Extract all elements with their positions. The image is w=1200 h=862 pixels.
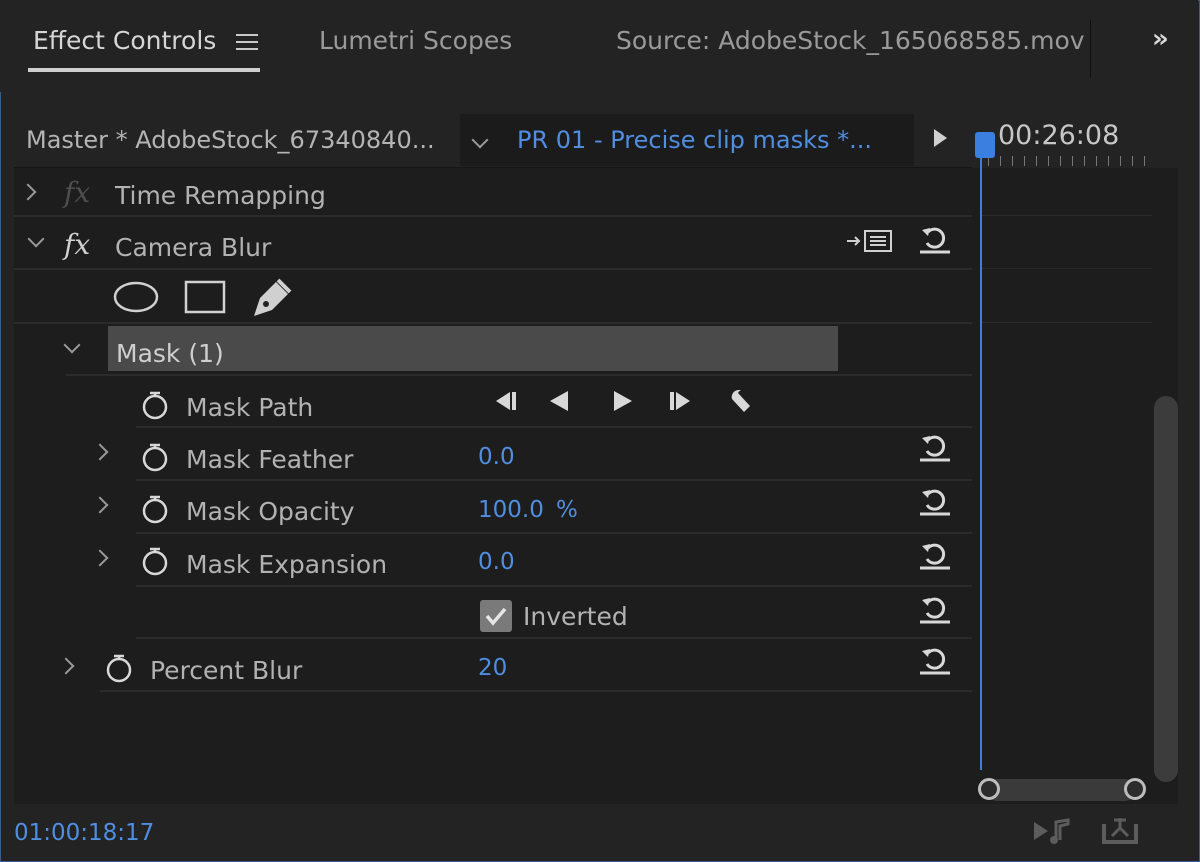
playhead-line[interactable] [980, 158, 982, 770]
timeline-row-line [982, 268, 1152, 269]
row-divider [136, 585, 972, 587]
mask-path-tracking-controls [496, 390, 750, 412]
reset-icon[interactable] [918, 645, 952, 675]
percent-blur-value[interactable]: 20 [478, 655, 507, 681]
timeline-zoom-scrollbar[interactable] [986, 779, 1136, 801]
stopwatch-icon[interactable] [140, 390, 170, 420]
track-forward-one-frame-icon [670, 392, 690, 410]
fx-toggle-icon[interactable]: fx [64, 228, 90, 261]
track-backward-icon [550, 391, 568, 411]
stopwatch-icon[interactable] [140, 494, 170, 524]
inverted-checkbox[interactable] [480, 600, 512, 632]
wrench-icon [731, 390, 750, 412]
row-divider [14, 215, 972, 217]
zoom-handle-left[interactable] [978, 778, 1000, 800]
zoom-handle-right[interactable] [1124, 778, 1146, 800]
master-clip-label[interactable]: Master * AdobeStock_67340840... [26, 126, 435, 154]
export-frame-icon[interactable] [1100, 814, 1140, 846]
timeline-timecode: 00:26:08 [998, 120, 1120, 151]
mask-title[interactable]: Mask (1) [116, 339, 224, 368]
tab-lumetri-scopes[interactable]: Lumetri Scopes [319, 26, 512, 55]
play-icon[interactable] [934, 129, 947, 147]
mask-opacity-value[interactable]: 100.0 [478, 497, 544, 523]
camera-blur-label: Camera Blur [115, 233, 272, 262]
row-divider [136, 637, 972, 639]
mask-expansion-value[interactable]: 0.0 [478, 549, 515, 575]
ellipse-mask-icon[interactable] [112, 280, 160, 314]
checkmark-icon [485, 607, 507, 626]
overflow-tabs-icon[interactable]: » [1152, 24, 1169, 54]
reset-icon[interactable] [918, 540, 952, 570]
mask-opacity-label: Mask Opacity [186, 497, 355, 526]
row-divider [136, 532, 972, 534]
stopwatch-icon[interactable] [140, 442, 170, 472]
sequence-clip-label[interactable]: PR 01 - Precise clip masks *... [517, 126, 872, 154]
row-divider [136, 426, 972, 428]
inverted-label[interactable]: Inverted [523, 602, 628, 631]
playhead-handle[interactable] [975, 132, 995, 158]
track-forward-icon [614, 391, 632, 411]
play-audio-icon[interactable] [1032, 816, 1074, 846]
row-divider [14, 268, 972, 270]
reset-icon[interactable] [918, 224, 952, 254]
timeline-row-line [982, 322, 1152, 323]
row-divider [66, 374, 972, 376]
panel-tab-bar: Effect Controls Lumetri Scopes Source: A… [0, 0, 1198, 92]
reset-icon[interactable] [918, 432, 952, 462]
mask-feather-label: Mask Feather [186, 445, 354, 474]
timeline-row-line [982, 215, 1152, 216]
tab-divider [1090, 20, 1091, 78]
mask-expansion-label: Mask Expansion [186, 550, 388, 579]
row-divider [14, 322, 972, 324]
active-tab-underline [28, 68, 260, 72]
time-remapping-label: Time Remapping [115, 181, 326, 210]
reset-icon[interactable] [918, 486, 952, 516]
vertical-scrollbar[interactable] [1154, 396, 1178, 782]
mask-path-label: Mask Path [186, 393, 314, 422]
mask-feather-value[interactable]: 0.0 [478, 444, 515, 470]
panel-menu-icon[interactable] [236, 34, 258, 51]
track-backward-one-frame-icon [496, 392, 516, 410]
current-timecode[interactable]: 01:00:18:17 [14, 820, 154, 846]
fx-icon: fx [64, 176, 91, 209]
row-divider [136, 479, 972, 481]
reset-icon[interactable] [918, 594, 952, 624]
mask-opacity-unit: % [556, 497, 578, 523]
row-divider [100, 690, 972, 692]
stopwatch-icon[interactable] [104, 653, 134, 683]
percent-blur-label: Percent Blur [150, 656, 303, 685]
pen-mask-icon[interactable] [250, 276, 294, 318]
rectangle-mask-icon[interactable] [184, 280, 226, 314]
timeline-ticks [980, 152, 1150, 166]
stopwatch-icon[interactable] [140, 546, 170, 576]
preset-list-icon[interactable] [845, 229, 895, 253]
tab-effect-controls[interactable]: Effect Controls [33, 26, 216, 55]
tab-source[interactable]: Source: AdobeStock_165068585.mov [616, 26, 1085, 55]
